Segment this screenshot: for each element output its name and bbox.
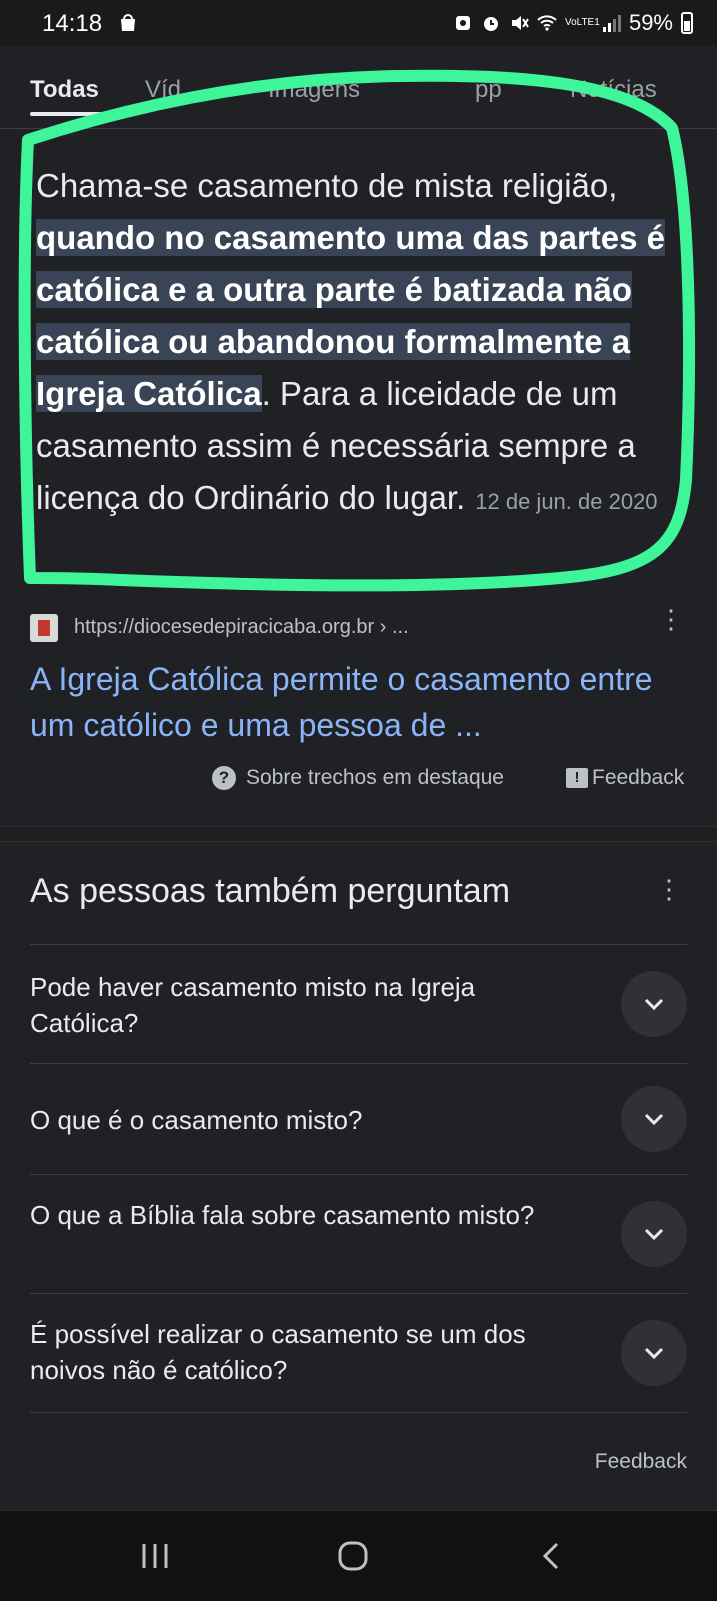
feedback-icon: ! bbox=[566, 768, 588, 788]
paa-question-text: É possível realizar o casamento se um do… bbox=[30, 1319, 526, 1385]
result-more-options-icon[interactable]: ⋮ bbox=[658, 606, 684, 632]
paa-title: As pessoas também perguntam bbox=[30, 872, 511, 910]
chevron-down-icon[interactable] bbox=[621, 1086, 687, 1152]
chevron-down-icon[interactable] bbox=[621, 971, 687, 1037]
feedback-link-top[interactable]: ! Feedback bbox=[566, 766, 684, 790]
paa-question[interactable]: Pode haver casamento misto na Igreja Cat… bbox=[30, 944, 687, 1063]
site-favicon bbox=[30, 614, 58, 642]
feedback-top-label: Feedback bbox=[592, 766, 685, 789]
active-tab-indicator bbox=[30, 112, 102, 116]
snippet-text-before: Chama-se casamento de mista religião, bbox=[36, 167, 618, 204]
paa-question-text: O que a Bíblia fala sobre casamento mist… bbox=[30, 1200, 535, 1230]
alarm-icon bbox=[483, 17, 498, 31]
battery-icon bbox=[681, 12, 693, 34]
shopping-bag-icon bbox=[121, 14, 135, 31]
about-featured-label: Sobre trechos em destaque bbox=[246, 766, 504, 789]
feedback-link-bottom[interactable]: Feedback bbox=[595, 1450, 687, 1474]
paa-question[interactable]: É possível realizar o casamento se um do… bbox=[30, 1293, 687, 1413]
paa-more-options-icon[interactable]: ⋮ bbox=[656, 876, 682, 902]
status-bar: 14:18 VoLTE1 59% bbox=[0, 0, 717, 46]
chevron-down-icon[interactable] bbox=[621, 1201, 687, 1267]
paa-question-text: O que é o casamento misto? bbox=[30, 1105, 363, 1135]
signal-icon bbox=[602, 15, 621, 32]
about-featured-snippets[interactable]: ? Sobre trechos em destaque bbox=[212, 766, 504, 790]
tab-imagens[interactable]: Imagens bbox=[268, 76, 360, 104]
system-nav-bar bbox=[0, 1510, 717, 1601]
tab-apps[interactable]: pp bbox=[475, 76, 502, 104]
recycle-icon bbox=[455, 16, 470, 30]
paa-question[interactable]: O que é o casamento misto? bbox=[30, 1063, 687, 1174]
snippet-date: 12 de jun. de 2020 bbox=[475, 489, 658, 514]
featured-snippet-text: Chama-se casamento de mista religião, qu… bbox=[36, 160, 696, 528]
section-divider bbox=[0, 826, 717, 842]
status-time: 14:18 bbox=[42, 10, 103, 37]
home-icon[interactable] bbox=[328, 1533, 378, 1579]
paa-question-text: Pode haver casamento misto na Igreja Cat… bbox=[30, 972, 476, 1038]
source-url[interactable]: https://diocesedepiracicaba.org.br › ... bbox=[74, 616, 409, 639]
result-source[interactable]: https://diocesedepiracicaba.org.br › ... bbox=[30, 612, 690, 646]
recent-apps-icon[interactable] bbox=[130, 1533, 180, 1579]
search-tabs: Todas Víd Imagens pp Notícias bbox=[0, 46, 717, 129]
tab-noticias[interactable]: Notícias bbox=[570, 76, 657, 104]
mute-icon bbox=[511, 16, 529, 30]
tab-videos[interactable]: Víd bbox=[145, 76, 181, 104]
wifi-icon bbox=[537, 15, 557, 31]
help-circle-icon: ? bbox=[212, 766, 236, 790]
paa-question[interactable]: O que a Bíblia fala sobre casamento mist… bbox=[30, 1174, 687, 1293]
network-label: VoLTE1 bbox=[564, 17, 600, 28]
status-icons: VoLTE1 59% bbox=[453, 10, 693, 36]
result-title-link[interactable]: A Igreja Católica permite o casamento en… bbox=[30, 656, 690, 748]
battery-percent: 59% bbox=[628, 10, 673, 35]
back-icon[interactable] bbox=[526, 1533, 576, 1579]
tab-todas[interactable]: Todas bbox=[30, 76, 99, 104]
chevron-down-icon[interactable] bbox=[621, 1320, 687, 1386]
